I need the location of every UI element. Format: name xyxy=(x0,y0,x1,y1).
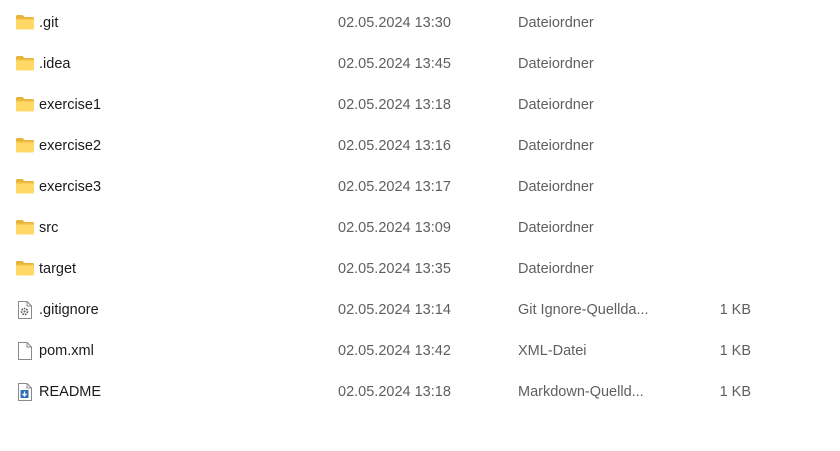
settings-file-icon xyxy=(15,300,35,320)
file-name: .git xyxy=(39,14,59,31)
markdown-file-icon xyxy=(15,382,35,402)
file-date: 02.05.2024 13:18 xyxy=(338,96,451,113)
file-size: 1 KB xyxy=(719,383,751,400)
file-type: Dateiordner xyxy=(518,137,594,154)
folder-icon xyxy=(15,54,35,74)
file-row[interactable]: .gitignore 02.05.2024 13:14 Git Ignore-Q… xyxy=(0,289,840,330)
file-name: src xyxy=(39,219,59,236)
file-type: XML-Datei xyxy=(518,342,587,359)
file-row[interactable]: exercise1 02.05.2024 13:18 Dateiordner xyxy=(0,84,840,125)
file-date: 02.05.2024 13:18 xyxy=(338,383,451,400)
file-row[interactable]: src 02.05.2024 13:09 Dateiordner xyxy=(0,207,840,248)
file-name: exercise3 xyxy=(39,178,102,195)
file-date: 02.05.2024 13:45 xyxy=(338,55,451,72)
folder-icon xyxy=(15,218,35,238)
file-date: 02.05.2024 13:14 xyxy=(338,301,451,318)
file-row[interactable]: README 02.05.2024 13:18 Markdown-Quelld.… xyxy=(0,371,840,412)
file-type: Dateiordner xyxy=(518,14,594,31)
file-date: 02.05.2024 13:35 xyxy=(338,260,451,277)
file-type: Git Ignore-Quellda... xyxy=(518,301,649,318)
file-row[interactable]: .idea 02.05.2024 13:45 Dateiordner xyxy=(0,43,840,84)
file-row[interactable]: exercise3 02.05.2024 13:17 Dateiordner xyxy=(0,166,840,207)
file-row[interactable]: exercise2 02.05.2024 13:16 Dateiordner xyxy=(0,125,840,166)
folder-icon xyxy=(15,95,35,115)
file-name: exercise1 xyxy=(39,96,102,113)
file-type: Dateiordner xyxy=(518,260,594,277)
file-name: README xyxy=(39,383,102,400)
file-size: 1 KB xyxy=(719,342,751,359)
file-type: Dateiordner xyxy=(518,219,594,236)
file-name: .gitignore xyxy=(39,301,99,318)
file-type: Dateiordner xyxy=(518,55,594,72)
file-row[interactable]: target 02.05.2024 13:35 Dateiordner xyxy=(0,248,840,289)
file-name: pom.xml xyxy=(39,342,94,359)
file-row[interactable]: .git 02.05.2024 13:30 Dateiordner xyxy=(0,2,840,43)
file-name: target xyxy=(39,260,77,277)
file-list: .git 02.05.2024 13:30 Dateiordner .idea … xyxy=(0,0,840,451)
file-date: 02.05.2024 13:30 xyxy=(338,14,451,31)
file-type: Dateiordner xyxy=(518,178,594,195)
folder-icon xyxy=(15,259,35,279)
folder-icon xyxy=(15,136,35,156)
file-name: exercise2 xyxy=(39,137,102,154)
file-row[interactable]: pom.xml 02.05.2024 13:42 XML-Datei 1 KB xyxy=(0,330,840,371)
folder-icon xyxy=(15,177,35,197)
file-date: 02.05.2024 13:17 xyxy=(338,178,451,195)
file-date: 02.05.2024 13:16 xyxy=(338,137,451,154)
file-date: 02.05.2024 13:42 xyxy=(338,342,451,359)
folder-icon xyxy=(15,13,35,33)
file-icon xyxy=(15,341,35,361)
file-type: Dateiordner xyxy=(518,96,594,113)
file-type: Markdown-Quelld... xyxy=(518,383,644,400)
file-name: .idea xyxy=(39,55,71,72)
file-size: 1 KB xyxy=(719,301,751,318)
file-date: 02.05.2024 13:09 xyxy=(338,219,451,236)
